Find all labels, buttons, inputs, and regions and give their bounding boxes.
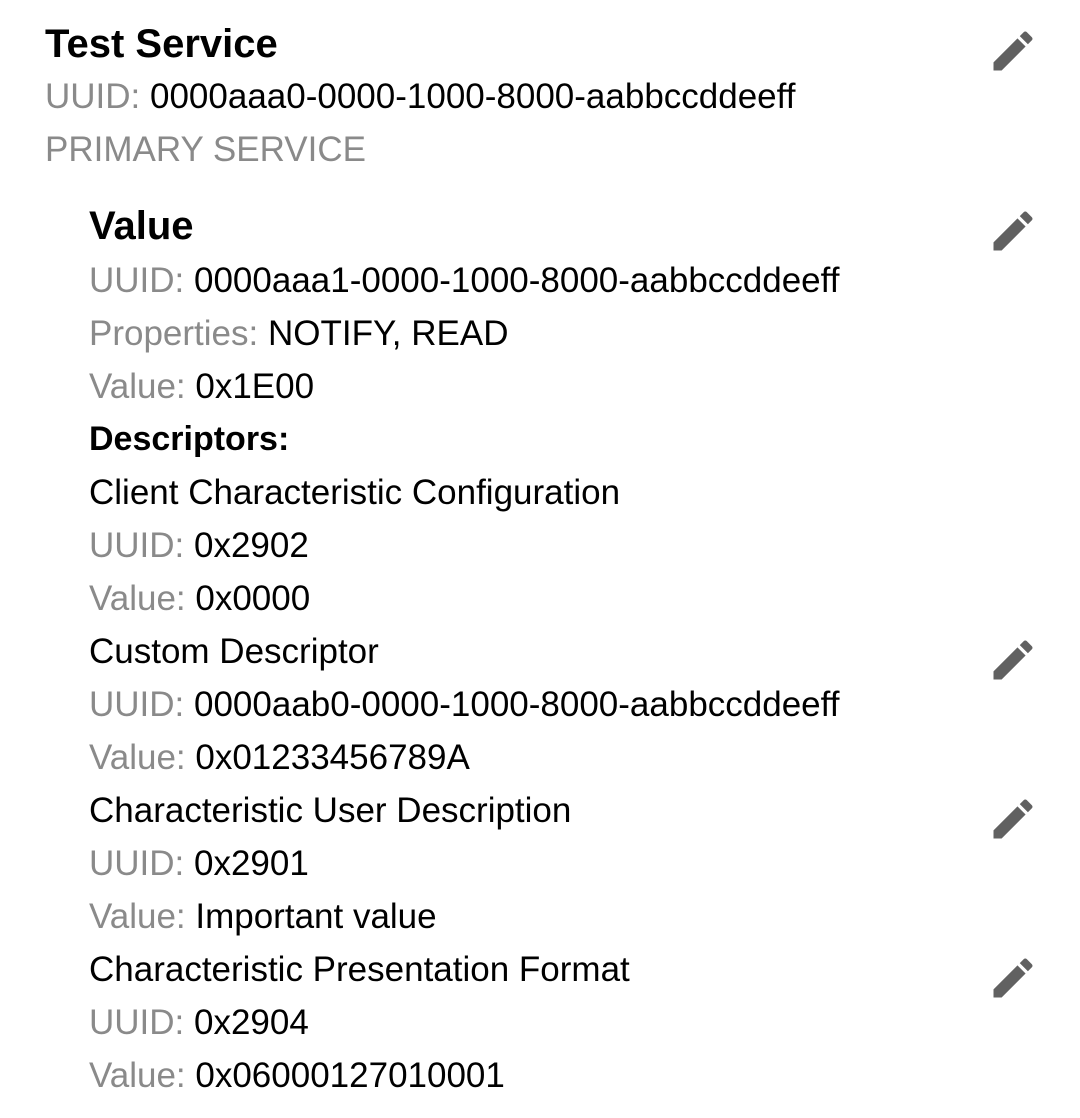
characteristic-uuid-row: UUID: 0000aaa1-0000-1000-8000-aabbccddee… [89, 254, 1049, 307]
descriptor-value-label: Value: [89, 1056, 196, 1095]
pencil-icon [993, 640, 1033, 680]
characteristic-uuid-value: 0000aaa1-0000-1000-8000-aabbccddeeff [194, 261, 840, 300]
descriptor-uuid-row: UUID: 0x2902 [89, 519, 1049, 572]
descriptors-heading: Descriptors: [89, 420, 290, 458]
descriptor-uuid-value: 0x2904 [194, 1003, 309, 1042]
descriptor-name: Characteristic Presentation Format [89, 950, 630, 989]
descriptor-name: Characteristic User Description [89, 791, 572, 830]
descriptor-name: Custom Descriptor [89, 632, 379, 671]
characteristic-properties-row: Properties: NOTIFY, READ [89, 307, 1049, 360]
pencil-icon [993, 958, 1033, 998]
service-uuid-value: 0000aaa0-0000-1000-8000-aabbccddeeff [150, 77, 796, 116]
descriptor-value: 0x0000 [195, 579, 311, 618]
characteristic-properties-label: Properties: [89, 314, 268, 353]
descriptor-uuid-value: 0x2901 [194, 844, 309, 883]
service-uuid-row: UUID: 0000aaa0-0000-1000-8000-aabbccddee… [45, 70, 1045, 123]
service-type: PRIMARY SERVICE [45, 130, 366, 169]
characteristic-properties-value: NOTIFY, READ [267, 314, 509, 353]
descriptor-value: 0x06000127010001 [195, 1056, 505, 1095]
descriptor-value-row: Value: Important value [89, 890, 1049, 943]
descriptor-name: Client Characteristic Configuration [89, 473, 621, 512]
edit-characteristic-button[interactable] [987, 205, 1039, 257]
descriptor-uuid-label: UUID: [89, 844, 194, 883]
descriptor-uuid-label: UUID: [89, 685, 194, 724]
edit-presentation-format-button[interactable] [987, 952, 1039, 1004]
pencil-icon [993, 31, 1033, 71]
characteristic-name: Value [89, 204, 194, 248]
edit-custom-descriptor-button[interactable] [987, 634, 1039, 686]
descriptor-uuid-row: UUID: 0000aab0-0000-1000-8000-aabbccddee… [89, 678, 1049, 731]
characteristic-value-row: Value: 0x1E00 [89, 360, 1049, 413]
descriptor-value-row: Value: 0x0000 [89, 572, 1049, 625]
service-uuid-label: UUID: [45, 77, 150, 116]
descriptor-value-row: Value: 0x06000127010001 [89, 1049, 1049, 1102]
characteristic-value-label: Value: [89, 367, 196, 406]
descriptor-value-label: Value: [89, 579, 196, 618]
descriptor-value-label: Value: [89, 897, 196, 936]
descriptor-uuid-value: 0000aab0-0000-1000-8000-aabbccddeeff [194, 685, 840, 724]
edit-service-button[interactable] [987, 25, 1039, 77]
service-name: Test Service [45, 22, 278, 66]
pencil-icon [993, 799, 1033, 839]
descriptor-uuid-row: UUID: 0x2904 [89, 996, 1049, 1049]
service-block: Test Service UUID: 0000aaa0-0000-1000-80… [45, 18, 1045, 176]
characteristic-value: 0x1E00 [195, 367, 315, 406]
descriptor-uuid-value: 0x2902 [194, 526, 309, 565]
pencil-icon [993, 211, 1033, 251]
characteristic-block: Value UUID: 0000aaa1-0000-1000-8000-aabb… [89, 198, 1049, 1102]
descriptor-value-label: Value: [89, 738, 196, 777]
descriptor-value: 0x01233456789A [195, 738, 470, 777]
descriptor-value: Important value [195, 897, 437, 936]
descriptor-uuid-label: UUID: [89, 526, 194, 565]
characteristic-uuid-label: UUID: [89, 261, 194, 300]
descriptor-uuid-row: UUID: 0x2901 [89, 837, 1049, 890]
descriptor-value-row: Value: 0x01233456789A [89, 731, 1049, 784]
descriptor-uuid-label: UUID: [89, 1003, 194, 1042]
edit-user-description-button[interactable] [987, 793, 1039, 845]
